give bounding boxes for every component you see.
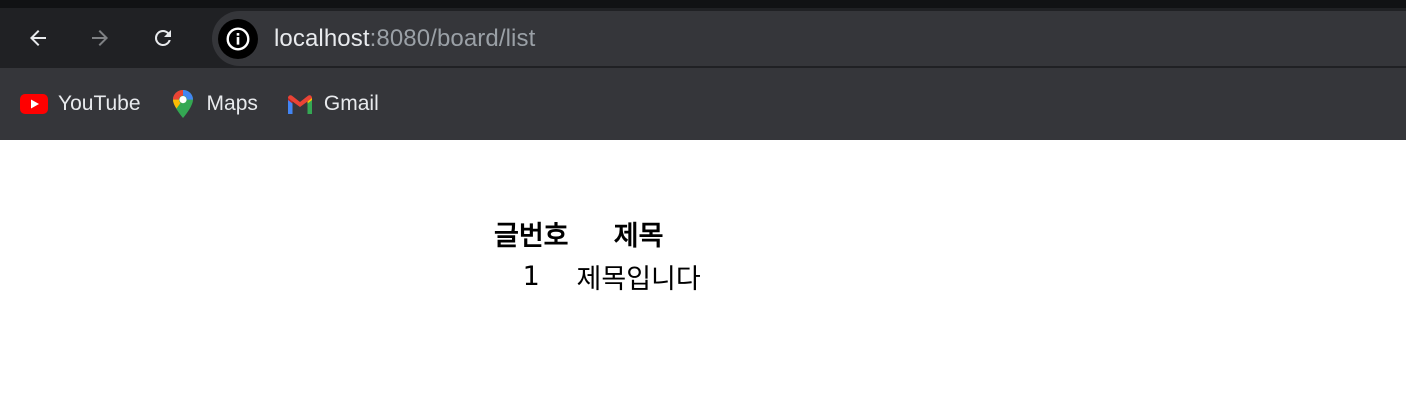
reload-button[interactable]: [143, 18, 183, 58]
window-top-edge: [0, 0, 1406, 8]
page-content: 글번호 제목 1 제목입니다: [0, 140, 1406, 403]
gmail-icon: [286, 90, 314, 118]
site-info-button[interactable]: [218, 18, 258, 59]
header-title: 제목: [613, 221, 664, 252]
bookmark-label: Gmail: [323, 92, 379, 115]
maps-icon: [169, 90, 197, 118]
cell-post-title: 제목입니다: [576, 264, 701, 295]
bookmark-gmail[interactable]: Gmail: [276, 82, 389, 126]
url-path: :8080/board/list: [369, 24, 536, 52]
browser-chrome: localhost:8080/board/list YouTube Maps G…: [0, 0, 1406, 140]
bookmark-label: YouTube: [58, 92, 141, 115]
forward-button[interactable]: [80, 18, 120, 58]
url-host: localhost: [274, 24, 370, 52]
header-post-number: 글번호: [494, 221, 569, 252]
url-text[interactable]: localhost:8080/board/list: [274, 25, 535, 53]
youtube-icon: [20, 90, 48, 118]
info-icon: [226, 27, 250, 50]
back-button[interactable]: [18, 18, 58, 58]
forward-arrow-icon: [92, 30, 108, 46]
reload-icon: [154, 29, 171, 46]
bookmark-label: Maps: [206, 92, 258, 115]
address-bar[interactable]: localhost:8080/board/list: [212, 11, 1406, 66]
back-arrow-icon: [30, 30, 46, 46]
cell-post-number: 1: [522, 261, 540, 292]
table-header-row: 글번호 제목: [490, 212, 705, 255]
browser-toolbar: localhost:8080/board/list: [0, 8, 1406, 68]
table-row: 1 제목입니다: [490, 255, 705, 298]
bookmarks-bar: YouTube Maps Gmail: [0, 68, 1406, 140]
board-table: 글번호 제목 1 제목입니다: [490, 212, 705, 298]
bookmark-youtube[interactable]: YouTube: [10, 82, 151, 126]
bookmark-maps[interactable]: Maps: [159, 82, 268, 126]
